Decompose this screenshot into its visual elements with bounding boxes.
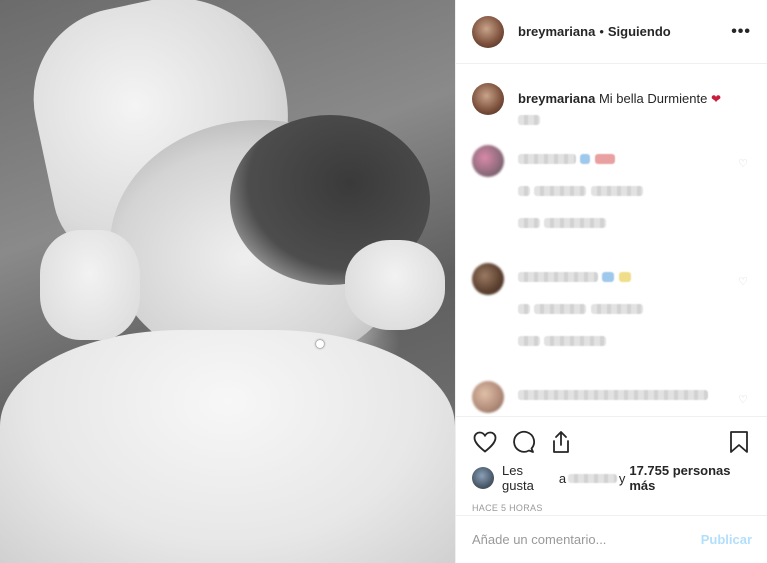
caption-text: breymariana Mi bella Durmiente ❤ — [518, 91, 721, 129]
follow-status-button[interactable]: Siguiendo — [608, 24, 671, 39]
more-options-icon[interactable]: ••• — [731, 23, 751, 41]
liker-avatar — [472, 467, 494, 489]
post-actions: Les gusta a y 17.755 personas más HACE 5… — [456, 416, 767, 513]
photo-earring — [316, 340, 324, 348]
caption-meta-blurred — [518, 115, 540, 125]
comment-text-blurred — [518, 381, 708, 415]
action-icons — [472, 427, 752, 457]
comment-like-icon[interactable]: ♡ — [738, 275, 748, 288]
author-avatar[interactable] — [472, 15, 504, 48]
caption-body: Mi bella Durmiente — [598, 91, 708, 106]
comment-item: ♡ — [472, 381, 752, 415]
comments-list[interactable]: breymariana Mi bella Durmiente ❤ ♡ ♡ ♡ — [456, 65, 767, 415]
comment-like-icon[interactable]: ♡ — [738, 393, 748, 406]
comment-like-icon[interactable]: ♡ — [738, 157, 748, 170]
comment-item: ♡ — [472, 145, 752, 247]
commenter-avatar[interactable] — [472, 145, 504, 177]
comment-text-blurred — [518, 145, 643, 247]
likes-count[interactable]: 17.755 personas más — [629, 463, 752, 493]
caption-avatar[interactable] — [472, 83, 504, 115]
liker-name-blurred — [568, 473, 617, 483]
comment-icon[interactable] — [510, 429, 536, 455]
post-header: breymariana • Siguiendo ••• — [456, 0, 767, 64]
photo-baby-body — [0, 330, 455, 563]
bookmark-icon[interactable] — [726, 429, 752, 455]
caption-username[interactable]: breymariana — [518, 91, 595, 106]
header-separator: • — [599, 24, 604, 39]
comment-input[interactable]: Añade un comentario... — [472, 532, 606, 547]
author-username[interactable]: breymariana — [518, 24, 595, 39]
add-comment-bar: Añade un comentario... Publicar — [456, 515, 767, 563]
photo-baby-hand-left — [40, 230, 140, 340]
publish-button[interactable]: Publicar — [701, 532, 752, 547]
likes-conj: y — [618, 470, 626, 486]
heart-icon[interactable] — [472, 429, 498, 455]
comment-item: ♡ — [472, 263, 752, 365]
photo-baby-hand-right — [345, 240, 445, 330]
likes-summary[interactable]: Les gusta a y 17.755 personas más — [472, 463, 752, 493]
commenter-avatar[interactable] — [472, 381, 504, 413]
share-icon[interactable] — [548, 429, 574, 455]
post-photo[interactable] — [0, 0, 455, 563]
likes-prefix: Les gusta — [502, 463, 534, 493]
caption: breymariana Mi bella Durmiente ❤ — [472, 83, 752, 129]
comment-text-blurred — [518, 263, 643, 365]
post-timestamp[interactable]: HACE 5 HORAS — [472, 503, 752, 513]
heart-emoji-icon: ❤ — [710, 92, 722, 106]
post-side-panel: breymariana • Siguiendo ••• breymariana … — [455, 0, 767, 563]
commenter-avatar[interactable] — [472, 263, 504, 295]
liker-name-start[interactable]: a — [559, 471, 566, 486]
